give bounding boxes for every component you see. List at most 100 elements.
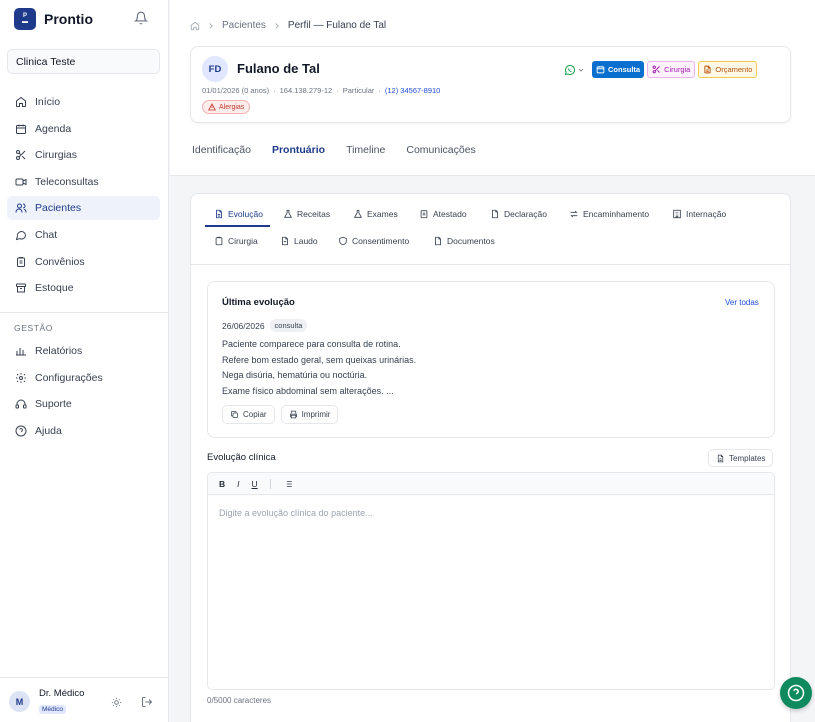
subtab-receitas[interactable]: Receitas	[283, 209, 330, 219]
sidebar-item-configuracoes[interactable]: Configurações	[7, 366, 160, 390]
patient-name: Fulano de Tal	[237, 61, 320, 76]
document-icon	[435, 236, 441, 246]
print-button[interactable]: Imprimir	[280, 405, 339, 424]
sidebar-item-label: Relatórios	[35, 345, 83, 357]
subtab-label: Atestado	[433, 209, 467, 219]
sidebar-item-cirurgias[interactable]: Cirurgias	[7, 143, 160, 167]
scissors-icon	[652, 65, 660, 74]
sidebar-item-label: Estoque	[35, 282, 74, 295]
main-nav: Início Agenda Cirurgias Teleconsultas Pa…	[7, 90, 160, 303]
subtab-label: Cirurgia	[228, 236, 258, 246]
subtab-label: Internação	[686, 209, 727, 219]
sun-icon[interactable]	[111, 697, 122, 708]
subtab-label: Encaminhamento	[583, 209, 650, 219]
subtab-internacao[interactable]: Internação	[672, 209, 726, 219]
home-icon[interactable]	[190, 21, 200, 31]
flask-icon	[283, 209, 293, 218]
cirurgia-button[interactable]: Cirurgia	[647, 61, 696, 78]
subtab-encaminhamento[interactable]: Encaminhamento	[569, 209, 649, 219]
subtab-evolucao[interactable]: Evolução	[214, 209, 263, 219]
sidebar-item-label: Convênios	[35, 255, 85, 268]
user-name: Dr. Médico	[39, 688, 85, 699]
sidebar-item-label: Teleconsultas	[35, 175, 99, 188]
breadcrumb-pacientes[interactable]: Pacientes	[222, 20, 266, 31]
user-divider	[0, 677, 169, 678]
tab-prontuario[interactable]: Prontuário	[272, 144, 325, 156]
sidebar-item-label: Cirurgias	[35, 149, 78, 162]
bell-icon[interactable]	[134, 11, 148, 25]
breadcrumb: Pacientes Perfil — Fulano de Tal	[190, 20, 386, 31]
whatsapp-icon	[564, 64, 576, 75]
subtab-declaracao[interactable]: Declaração	[490, 209, 547, 219]
orcamento-button[interactable]: Orçamento	[698, 61, 758, 78]
avatar[interactable]: M	[9, 691, 30, 712]
subtab-laudo[interactable]: Laudo	[280, 236, 318, 246]
sidebar-item-label: Ajuda	[35, 424, 62, 437]
clinical-evolution-editor[interactable]: B I U Digite a evolução clínica do pacie…	[207, 472, 775, 690]
brand[interactable]: P ▬ Prontio	[14, 8, 93, 30]
evolution-line: Paciente comparece para consulta de roti…	[222, 339, 401, 349]
italic-button[interactable]: I	[237, 479, 239, 489]
document-icon	[704, 65, 711, 74]
sidebar-item-ajuda[interactable]: Ajuda	[7, 419, 160, 443]
templates-label: Templates	[729, 453, 766, 463]
subtab-consentimento[interactable]: Consentimento	[338, 236, 409, 246]
breadcrumb-current: Perfil — Fulano de Tal	[287, 20, 387, 31]
printer-icon	[289, 410, 297, 419]
document-icon	[717, 454, 724, 462]
brand-name: Prontio	[44, 11, 93, 27]
sidebar-item-teleconsultas[interactable]: Teleconsultas	[7, 170, 160, 194]
templates-button[interactable]: Templates	[708, 449, 774, 467]
subtab-exames[interactable]: Exames	[353, 209, 398, 219]
sidebar-item-label: Início	[35, 96, 61, 108]
sidebar-item-label: Chat	[35, 228, 58, 241]
sidebar-item-inicio[interactable]: Início	[7, 90, 160, 114]
subtabs-divider	[191, 264, 790, 265]
subtab-label: Declaração	[504, 209, 547, 219]
clipboard-icon	[215, 236, 223, 246]
consulta-button[interactable]: Consulta	[592, 61, 645, 78]
evolution-text: Paciente comparece para consulta de roti…	[222, 337, 416, 399]
subtab-label: Laudo	[294, 236, 318, 246]
allergy-badge[interactable]: Alergias	[202, 100, 251, 114]
consulta-label: Consulta	[608, 65, 641, 74]
editor-placeholder: Digite a evolução clínica do paciente...	[219, 508, 373, 518]
tab-identificacao[interactable]: Identificação	[192, 144, 251, 156]
clinic-select[interactable]: Clinica Teste	[7, 49, 160, 74]
underline-button[interactable]: U	[252, 479, 258, 489]
bold-button[interactable]: B	[219, 479, 225, 489]
sidebar-item-estoque[interactable]: Estoque	[7, 276, 160, 300]
sidebar-item-suporte[interactable]: Suporte	[7, 392, 160, 416]
tab-timeline[interactable]: Timeline	[346, 144, 385, 156]
patient-meta: 01/01/2026 (0 anos) · 164.138.279-12 · Par…	[202, 86, 441, 95]
subtab-label: Consentimento	[352, 236, 410, 246]
copy-button[interactable]: Copiar	[222, 405, 275, 424]
calendar-icon	[16, 124, 26, 134]
sidebar-item-pacientes[interactable]: Pacientes	[7, 196, 160, 221]
document-icon	[492, 209, 498, 219]
chevron-right-icon	[209, 22, 213, 29]
help-button[interactable]	[780, 677, 812, 709]
print-label: Imprimir	[301, 410, 331, 419]
gear-icon	[16, 372, 26, 383]
whatsapp-button[interactable]	[564, 64, 585, 76]
toolbar-divider	[269, 478, 271, 489]
tab-comunicacoes[interactable]: Comunicações	[406, 144, 475, 156]
sidebar-item-chat[interactable]: Chat	[7, 223, 160, 247]
view-all-link[interactable]: Ver todas	[725, 298, 759, 307]
patient-phone[interactable]: (12) 34567-8910	[385, 86, 440, 95]
subtab-documentos[interactable]: Documentos	[433, 236, 495, 246]
sidebar-item-label: Agenda	[35, 122, 72, 135]
subtab-atestado[interactable]: Atestado	[419, 209, 467, 219]
chat-icon	[15, 231, 27, 241]
archive-icon	[16, 283, 26, 293]
evolution-line: Nega disúria, hematúria ou noctúria.	[222, 370, 368, 380]
logout-icon[interactable]	[141, 696, 153, 708]
sidebar-item-convenios[interactable]: Convênios	[7, 250, 160, 274]
patient-plan: Particular	[342, 86, 375, 95]
sidebar-item-agenda[interactable]: Agenda	[7, 117, 160, 141]
sidebar-item-relatorios[interactable]: Relatórios	[7, 339, 160, 363]
list-icon[interactable]	[283, 479, 293, 489]
copy-icon	[231, 411, 238, 418]
subtab-cirurgia[interactable]: Cirurgia	[214, 236, 258, 246]
